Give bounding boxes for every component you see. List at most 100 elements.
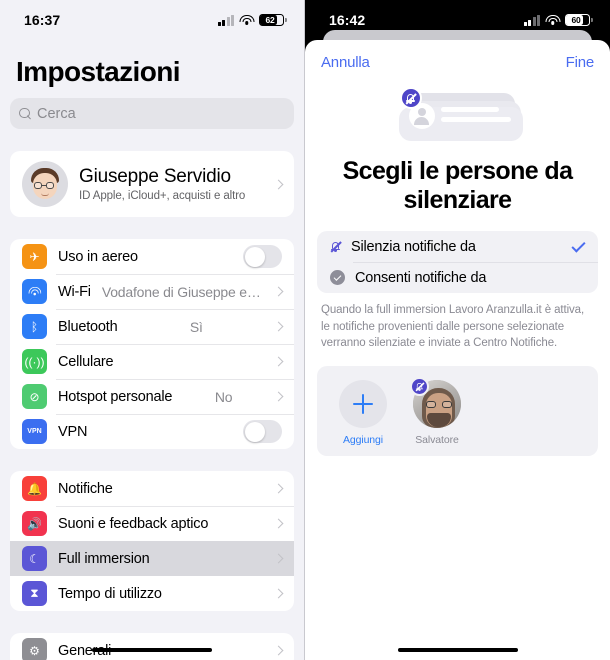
notifications-group: 🔔 Notifiche 🔊 Suoni e feedback aptico ☾ … (10, 471, 294, 611)
home-indicator[interactable] (92, 647, 212, 652)
sidebar-item-wifi[interactable]: Wi-Fi Vodafone di Giuseppe e Sara (10, 274, 294, 309)
sheet-title: Scegli le persone da silenziare (342, 157, 573, 214)
sidebar-item-general[interactable]: ⚙ Generali (10, 633, 294, 660)
cellular-bars-icon (217, 14, 234, 26)
notification-mode-options: Silenzia notifiche da Consenti notifiche… (317, 231, 598, 293)
chevron-right-icon (273, 483, 284, 494)
checkmark-icon (571, 237, 586, 253)
bell-slash-icon (399, 87, 422, 109)
profile-name: Giuseppe Servidio (79, 166, 231, 187)
bell-slash-icon (330, 241, 342, 253)
battery-icon: 62 (259, 13, 287, 27)
bell-slash-icon (410, 377, 429, 397)
chevron-right-icon (273, 588, 284, 599)
moon-icon: ☾ (22, 546, 47, 571)
search-icon (19, 107, 31, 120)
row-label: Wi-Fi (58, 283, 91, 300)
sidebar-item-sounds[interactable]: 🔊 Suoni e feedback aptico (10, 506, 294, 541)
chevron-right-icon (273, 518, 284, 529)
hotspot-icon: ⊘ (22, 384, 47, 409)
chevron-right-icon (273, 356, 284, 367)
modal-sheet: Annulla Fine Scegli le persone da silenz… (305, 40, 610, 660)
settings-screen: 16:37 62 Impostazioni Cerca Giuseppe Ser… (0, 0, 305, 660)
battery-icon: 60 (565, 13, 593, 27)
status-bar-right: 16:42 60 (305, 0, 610, 34)
cancel-button[interactable]: Annulla (321, 54, 370, 71)
row-label: Suoni e feedback aptico (58, 515, 209, 532)
row-label: Uso in aereo (58, 248, 138, 265)
status-indicators: 62 (217, 13, 287, 27)
shield-check-icon (328, 268, 347, 287)
sidebar-item-screen-time[interactable]: ⧗ Tempo di utilizzo (10, 576, 294, 611)
row-value: Sì (189, 318, 203, 335)
chevron-right-icon (273, 286, 284, 297)
sidebar-item-cellular[interactable]: ((·)) Cellulare (10, 344, 294, 379)
person-label: Salvatore (415, 434, 459, 447)
profile-group: Giuseppe Servidio ID Apple, iCloud+, acq… (10, 151, 294, 217)
muted-notifications-illustration (383, 87, 533, 147)
row-label: Hotspot personale (58, 388, 173, 405)
battery-percent: 60 (571, 15, 581, 25)
plus-icon (339, 380, 387, 429)
vpn-toggle[interactable] (243, 420, 282, 443)
sheet-nav-bar: Annulla Fine (305, 40, 610, 71)
focus-people-sheet-screen: 16:42 60 Annulla Fine Scegli le persone … (305, 0, 610, 660)
chevron-right-icon (273, 391, 284, 402)
search-input[interactable]: Cerca (10, 98, 294, 129)
speaker-icon: 🔊 (22, 511, 47, 536)
row-label: Notifiche (58, 480, 113, 497)
chevron-right-icon (273, 179, 284, 189)
home-indicator[interactable] (397, 647, 518, 652)
option-allow-notifications[interactable]: Consenti notifiche da (317, 262, 598, 293)
vpn-icon: VPN (22, 419, 47, 444)
gear-icon: ⚙ (22, 638, 47, 660)
cellular-bars-icon (523, 14, 540, 26)
add-person-button[interactable]: Aggiungi (335, 380, 391, 446)
option-label: Consenti notifiche da (355, 269, 487, 286)
sidebar-item-airplane-mode[interactable]: ✈ Uso in aereo (10, 239, 294, 274)
general-group: ⚙ Generali (10, 633, 294, 660)
apple-id-row[interactable]: Giuseppe Servidio ID Apple, iCloud+, acq… (10, 151, 294, 217)
row-label: Full immersion (58, 550, 150, 567)
cellular-antenna-icon: ((·)) (22, 349, 47, 374)
list-item[interactable]: Salvatore (409, 377, 465, 447)
row-label: Cellulare (58, 353, 114, 370)
battery-percent: 62 (265, 15, 275, 25)
chevron-right-icon (273, 553, 284, 564)
airplane-mode-toggle[interactable] (243, 245, 282, 268)
status-bar-left: 16:37 62 (0, 0, 304, 34)
sidebar-item-bluetooth[interactable]: ᛒ Bluetooth Sì (10, 309, 294, 344)
option-description: Quando la full immersion Lavoro Aranzull… (321, 304, 585, 350)
people-list: Aggiungi Salvatore (317, 366, 598, 457)
chevron-right-icon (273, 321, 284, 332)
search-placeholder: Cerca (37, 105, 76, 122)
profile-subtitle: ID Apple, iCloud+, acquisti e altro (79, 190, 246, 202)
hourglass-icon: ⧗ (22, 581, 47, 606)
row-label: Bluetooth (58, 318, 118, 335)
connectivity-group: ✈ Uso in aereo Wi-Fi Vodafone di Giusepp… (10, 239, 294, 449)
row-value: Vodafone di Giuseppe e Sara (101, 283, 264, 300)
wifi-icon (545, 14, 560, 26)
sidebar-item-hotspot[interactable]: ⊘ Hotspot personale No (10, 379, 294, 414)
sidebar-item-notifications[interactable]: 🔔 Notifiche (10, 471, 294, 506)
status-time: 16:37 (24, 12, 61, 28)
done-button[interactable]: Fine (566, 54, 595, 71)
wifi-icon (239, 14, 254, 26)
sidebar-item-focus[interactable]: ☾ Full immersion (10, 541, 294, 576)
row-value: No (214, 388, 233, 405)
page-title: Impostazioni (16, 56, 181, 87)
person-label: Aggiungi (342, 434, 384, 447)
row-label: VPN (58, 423, 88, 440)
option-label: Silenzia notifiche da (351, 238, 476, 255)
status-indicators: 60 (523, 13, 593, 27)
bluetooth-icon: ᛒ (22, 314, 47, 339)
status-time: 16:42 (329, 12, 366, 28)
wifi-icon (22, 279, 47, 304)
bell-icon: 🔔 (22, 476, 47, 501)
row-label: Tempo di utilizzo (58, 585, 162, 602)
sidebar-item-vpn[interactable]: VPN VPN (10, 414, 294, 449)
option-silence-notifications[interactable]: Silenzia notifiche da (317, 231, 598, 262)
avatar (22, 161, 68, 207)
airplane-icon: ✈ (22, 244, 47, 269)
chevron-right-icon (273, 645, 284, 656)
